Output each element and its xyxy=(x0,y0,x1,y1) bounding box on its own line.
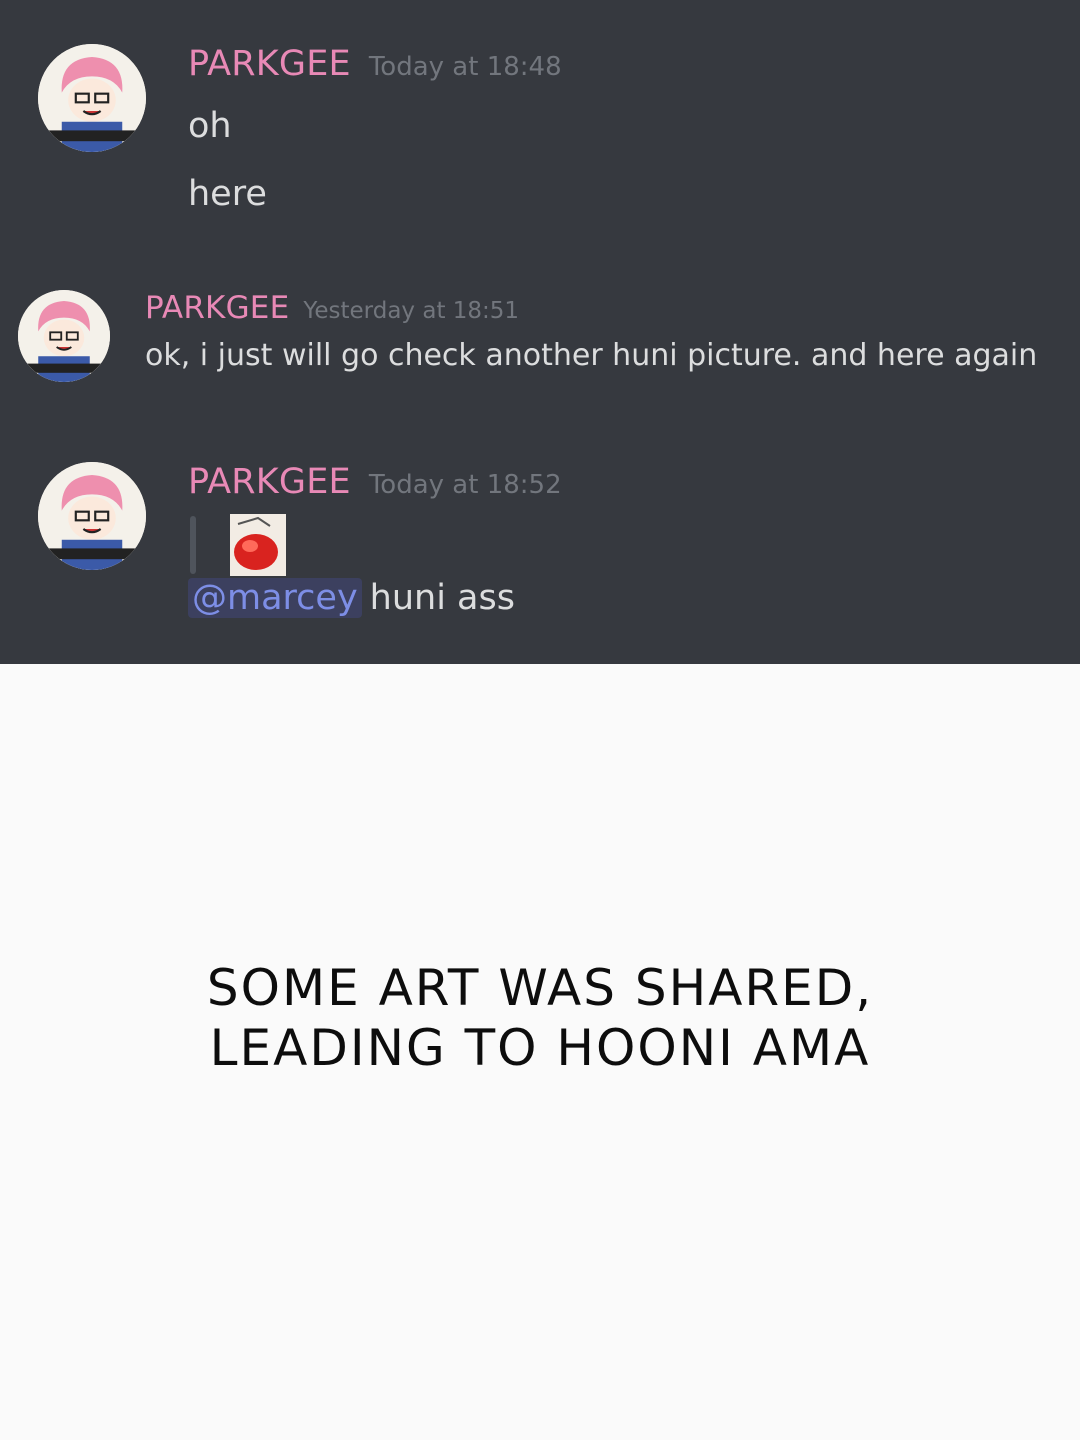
timestamp: Yesterday at 18:51 xyxy=(303,298,520,324)
message-text: @marcey huni ass xyxy=(188,578,515,618)
timestamp: Today at 18:48 xyxy=(368,52,562,82)
caption-line: SOME ART WAS SHARED, xyxy=(206,959,874,1017)
reply-bar xyxy=(190,516,196,574)
username[interactable]: PARKGEE xyxy=(145,290,289,326)
user-mention[interactable]: @marcey xyxy=(188,578,362,618)
username[interactable]: PARKGEE xyxy=(188,44,351,84)
message-header: PARKGEE Today at 18:52 xyxy=(188,462,562,502)
caption-line: LEADING TO HOONI AMA xyxy=(209,1019,871,1077)
image-thumbnail-icon[interactable] xyxy=(228,514,290,576)
message-text: here xyxy=(188,174,267,214)
message-header: PARKGEE Yesterday at 18:51 xyxy=(145,290,519,326)
timestamp: Today at 18:52 xyxy=(368,470,562,500)
message-header: PARKGEE Today at 18:48 xyxy=(188,44,562,84)
caption: SOME ART WAS SHARED, LEADING TO HOONI AM… xyxy=(0,958,1080,1078)
message-text: huni ass xyxy=(369,578,515,618)
chat-panel: PARKGEE Today at 18:48 oh here PARKGEE Yes… xyxy=(0,0,1080,664)
avatar-icon[interactable] xyxy=(38,44,146,152)
avatar-icon[interactable] xyxy=(18,290,110,382)
username[interactable]: PARKGEE xyxy=(188,462,351,502)
message-text: oh xyxy=(188,106,232,146)
avatar-icon[interactable] xyxy=(38,462,146,570)
message-text: ok, i just will go check another huni pi… xyxy=(145,338,1038,373)
